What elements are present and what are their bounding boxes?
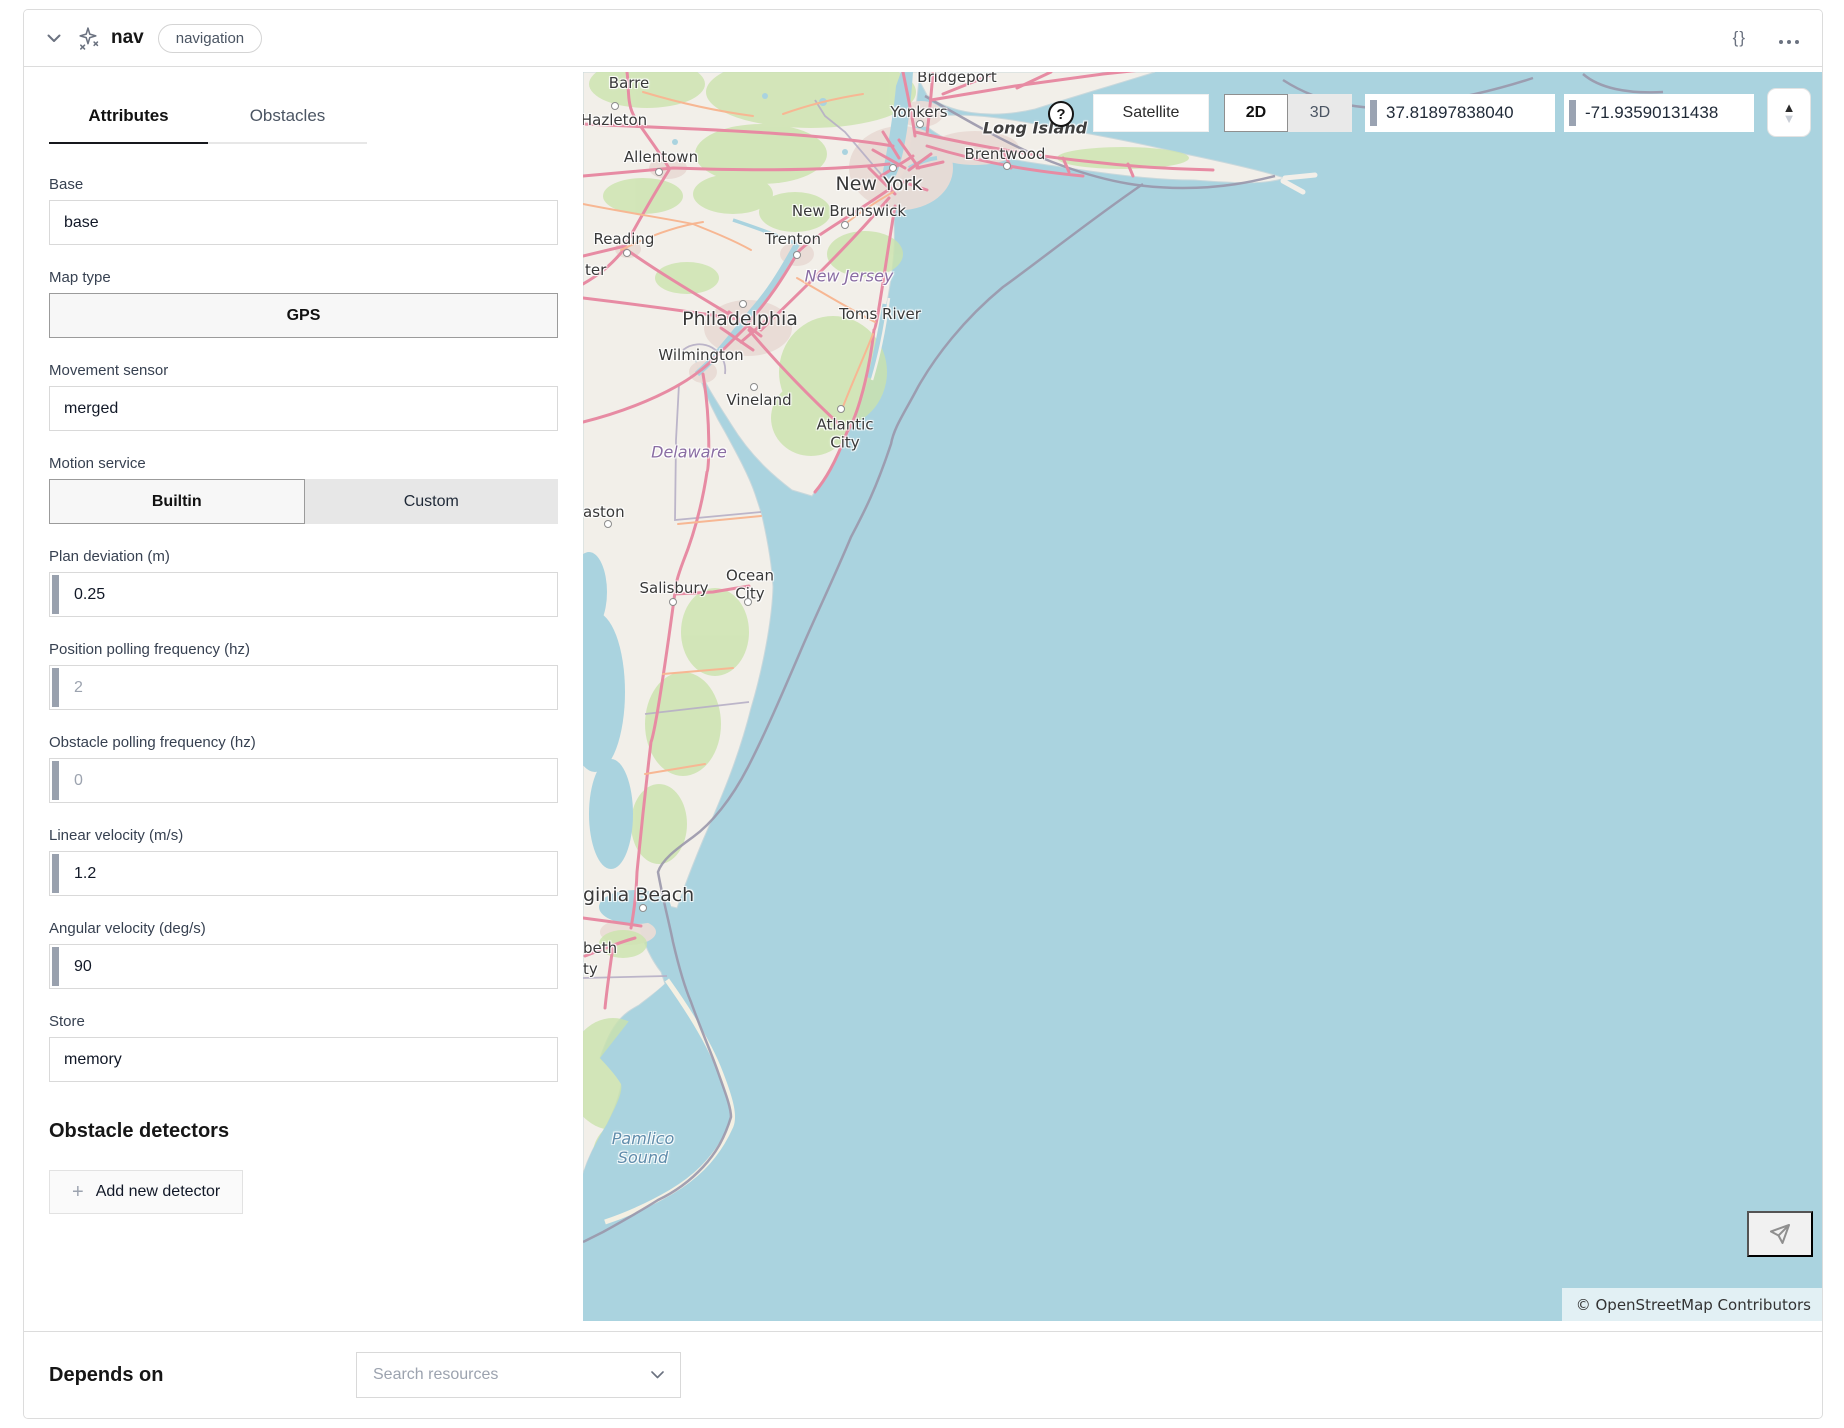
navigation-map[interactable]: BarreHazletonAllentownReadingterPhiladel… — [583, 72, 1823, 1321]
motion-service-label: Motion service — [49, 455, 558, 472]
position-polling-input[interactable] — [49, 665, 558, 710]
tab-attributes[interactable]: Attributes — [49, 94, 208, 144]
obstacle-detectors-heading: Obstacle detectors — [49, 1120, 558, 1143]
number-accent-bar — [1569, 100, 1576, 126]
depends-on-section: Depends on Search resources — [24, 1331, 1822, 1418]
field-plan-deviation: Plan deviation (m) — [49, 548, 558, 617]
config-panel: Attributes Obstacles Base Map type GPS M… — [24, 68, 583, 1330]
step-down-icon[interactable]: ▼ — [1783, 113, 1796, 124]
map-mode-toggle: 2D 3D — [1224, 94, 1352, 132]
chevron-down-icon — [651, 1371, 664, 1379]
obstacle-polling-label: Obstacle polling frequency (hz) — [49, 734, 558, 751]
latitude-value: 37.81897838040 — [1386, 103, 1514, 123]
map-type-label: Map type — [49, 269, 558, 286]
search-resources-placeholder: Search resources — [373, 1366, 498, 1384]
map-artwork — [583, 72, 1823, 1321]
field-obstacle-polling: Obstacle polling frequency (hz) — [49, 734, 558, 803]
add-detector-button[interactable]: + Add new detector — [49, 1170, 243, 1214]
satellite-toggle-button[interactable]: Satellite — [1093, 94, 1209, 132]
movement-sensor-input[interactable] — [49, 386, 558, 431]
angular-velocity-label: Angular velocity (deg/s) — [49, 920, 558, 937]
longitude-input[interactable]: -71.93590131438 — [1564, 94, 1754, 132]
number-accent-bar — [1370, 100, 1377, 126]
motion-service-builtin-button[interactable]: Builtin — [49, 479, 305, 524]
store-label: Store — [49, 1013, 558, 1030]
movement-sensor-label: Movement sensor — [49, 362, 558, 379]
plan-deviation-input[interactable] — [49, 572, 558, 617]
obstacle-polling-input[interactable] — [49, 758, 558, 803]
collapse-chevron-icon[interactable] — [46, 30, 62, 46]
plus-icon: + — [72, 1181, 84, 1204]
field-position-polling: Position polling frequency (hz) — [49, 641, 558, 710]
resource-card: nav navigation {} Attributes Obstacles B… — [23, 9, 1823, 1419]
resource-type-badge: navigation — [158, 24, 262, 53]
map-attribution: © OpenStreetMap Contributors — [1562, 1288, 1823, 1321]
field-movement-sensor: Movement sensor — [49, 362, 558, 431]
coordinate-stepper[interactable]: ▲ ▼ — [1767, 88, 1811, 137]
linear-velocity-label: Linear velocity (m/s) — [49, 827, 558, 844]
field-angular-velocity: Angular velocity (deg/s) — [49, 920, 558, 989]
map-type-gps-button[interactable]: GPS — [49, 293, 558, 338]
plan-deviation-label: Plan deviation (m) — [49, 548, 558, 565]
base-input[interactable] — [49, 200, 558, 245]
tab-bar: Attributes Obstacles — [49, 94, 558, 144]
tab-obstacles[interactable]: Obstacles — [208, 94, 367, 144]
field-map-type: Map type GPS — [49, 269, 558, 338]
overflow-menu-icon[interactable] — [1778, 27, 1800, 49]
position-polling-label: Position polling frequency (hz) — [49, 641, 558, 658]
depends-on-select[interactable]: Search resources — [356, 1352, 681, 1398]
store-input[interactable] — [49, 1037, 558, 1082]
send-location-icon — [1768, 1222, 1792, 1246]
field-motion-service: Motion service Builtin Custom — [49, 455, 558, 524]
resource-name: nav — [111, 27, 144, 49]
help-icon[interactable]: ? — [1048, 101, 1074, 127]
angular-velocity-input[interactable] — [49, 944, 558, 989]
latitude-input[interactable]: 37.81897838040 — [1365, 94, 1555, 132]
field-linear-velocity: Linear velocity (m/s) — [49, 827, 558, 896]
add-detector-label: Add new detector — [96, 1183, 221, 1201]
field-base: Base — [49, 176, 558, 245]
navigation-service-icon — [76, 26, 101, 51]
mode-2d-button[interactable]: 2D — [1224, 94, 1288, 132]
recenter-button[interactable] — [1747, 1211, 1813, 1257]
base-label: Base — [49, 176, 558, 193]
linear-velocity-input[interactable] — [49, 851, 558, 896]
field-store: Store — [49, 1013, 558, 1082]
card-header: nav navigation {} — [24, 10, 1822, 67]
mode-3d-button[interactable]: 3D — [1288, 94, 1352, 132]
depends-on-label: Depends on — [49, 1364, 356, 1387]
motion-service-custom-button[interactable]: Custom — [305, 479, 559, 524]
code-json-icon[interactable]: {} — [1733, 28, 1746, 48]
motion-service-segmented: Builtin Custom — [49, 479, 558, 524]
longitude-value: -71.93590131438 — [1585, 103, 1718, 123]
